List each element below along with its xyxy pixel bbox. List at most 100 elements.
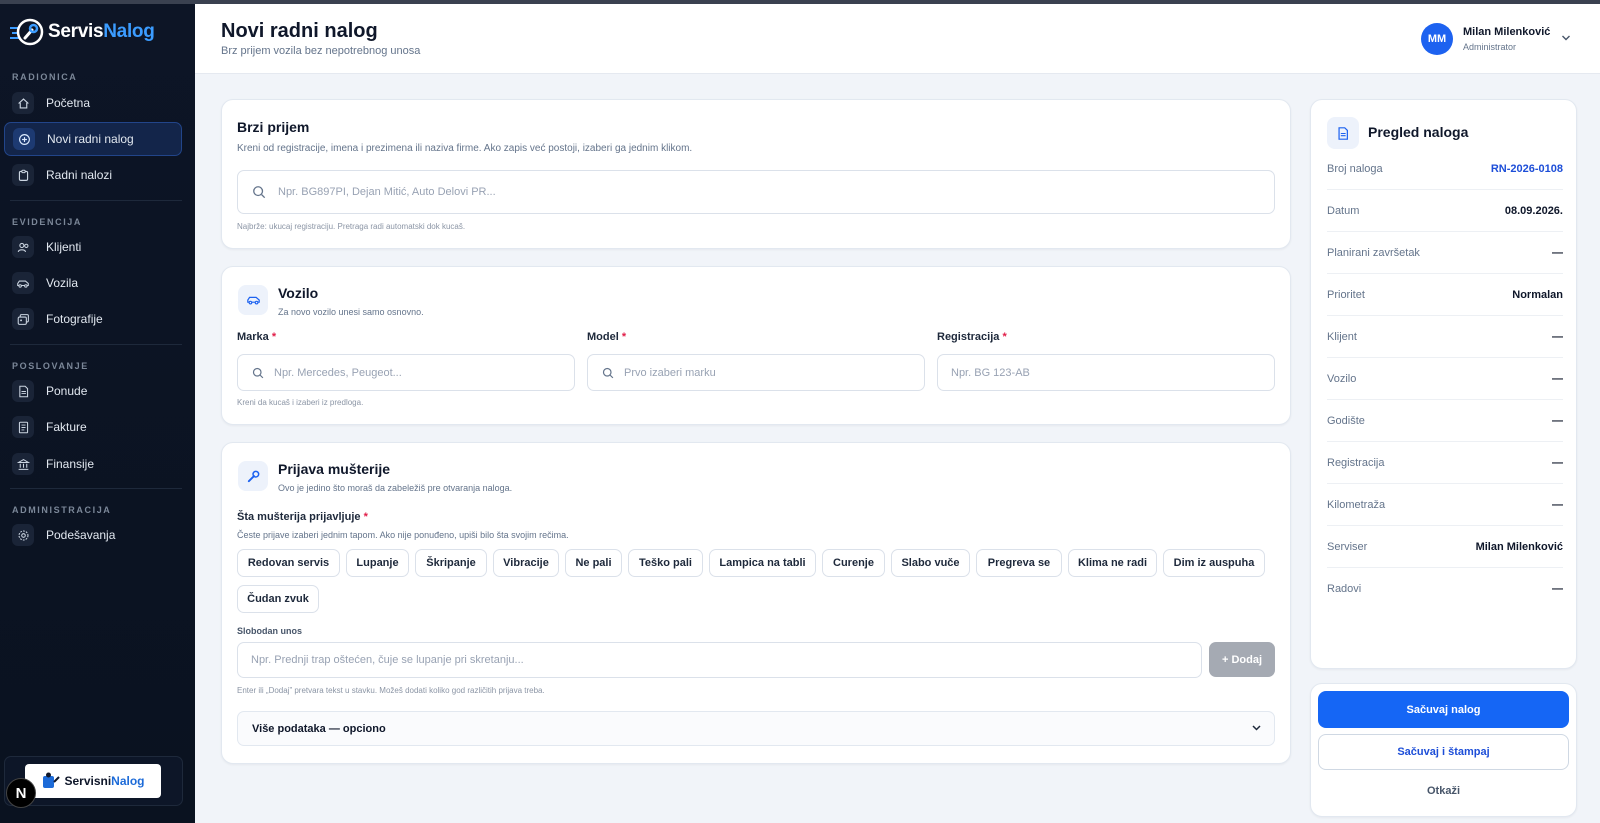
quick-search-placeholder: Npr. BG897PI, Dejan Mitić, Auto Delovi P…	[278, 186, 496, 198]
chip-lampica-na-tabli[interactable]: Lampica na tabli	[709, 549, 816, 577]
sidebar-item-radni-nalozi[interactable]: Radni nalozi	[4, 158, 182, 192]
sidebar-item-fakture[interactable]: Fakture	[4, 410, 182, 444]
sidebar: ServisNalog RADIONICA Početna Novi radni…	[0, 4, 195, 823]
free-entry-input[interactable]: Npr. Prednji trap oštećen, čuje se lupan…	[237, 642, 1202, 678]
document-icon	[1327, 117, 1359, 149]
vehicle-card	[221, 266, 1291, 425]
make-input[interactable]: Npr. Mercedes, Peugeot...	[237, 354, 575, 391]
save-order-button[interactable]: Sačuvaj nalog	[1318, 691, 1569, 728]
chip-pregreva-se[interactable]: Pregreva se	[976, 549, 1062, 577]
chip-vibracije[interactable]: Vibracije	[493, 549, 559, 577]
sidebar-item-label: Fotografije	[46, 312, 103, 326]
chevron-down-icon[interactable]	[1561, 34, 1571, 42]
quick-intake-desc: Kreni od registracije, imena i prezimena…	[237, 143, 693, 154]
sidebar-item-label: Finansije	[46, 457, 95, 471]
registration-placeholder: Npr. BG 123-AB	[951, 366, 1030, 379]
home-icon	[12, 92, 34, 114]
sidebar-item-vozila[interactable]: Vozila	[4, 266, 182, 300]
footer-logo-part2: Nalog	[111, 774, 145, 788]
add-complaint-button[interactable]: + Dodaj	[1209, 642, 1275, 677]
sidebar-item-novi-radni-nalog[interactable]: Novi radni nalog	[4, 122, 182, 156]
free-entry-label: Slobodan unos	[237, 626, 302, 636]
vehicle-title: Vozilo	[278, 285, 319, 301]
model-input[interactable]: Prvo izaberi marku	[587, 354, 925, 391]
cancel-button[interactable]: Otkaži	[1318, 776, 1569, 806]
sidebar-item-label: Vozila	[46, 276, 79, 290]
app-logo[interactable]: ServisNalog	[10, 16, 155, 48]
summary-row: Broj naloga RN-2026-0108	[1327, 148, 1563, 190]
sidebar-item-label: Klijenti	[46, 240, 82, 254]
complaint-label: Šta mušterija prijavljuje *	[237, 511, 368, 523]
chip-curenje[interactable]: Curenje	[822, 549, 885, 577]
quick-search-hint: Najbrže: ukucaj registraciju. Pretraga r…	[237, 222, 466, 231]
sidebar-item-fotografije[interactable]: Fotografije	[4, 302, 182, 336]
brand-name-part1: Servis	[48, 21, 104, 42]
search-icon	[252, 367, 264, 378]
vehicle-hint: Kreni da kucaš i izaberi iz predloga.	[237, 398, 364, 407]
sidebar-divider	[10, 200, 182, 201]
sidebar-item-klijenti[interactable]: Klijenti	[4, 230, 182, 264]
more-data-accordion[interactable]: Više podataka — opciono	[237, 711, 1275, 746]
sidebar-item-podesavanja[interactable]: Podešavanja	[4, 518, 182, 552]
make-label: Marka *	[237, 331, 277, 343]
summary-row: Datum 08.09.2026.	[1327, 190, 1563, 232]
registration-input[interactable]: Npr. BG 123-AB	[937, 354, 1275, 391]
quick-intake-title: Brzi prijem	[237, 119, 310, 135]
sidebar-item-label: Ponude	[46, 384, 88, 398]
mechanic-logo-icon	[43, 772, 61, 788]
car-icon	[238, 285, 268, 315]
footer-logo-part1: Servisni	[64, 774, 112, 788]
chip-slabo-vuce[interactable]: Slabo vuče	[891, 549, 970, 577]
chip-lupanje[interactable]: Lupanje	[346, 549, 409, 577]
sidebar-divider	[10, 344, 182, 345]
vehicle-desc: Za novo vozilo unesi samo osnovno.	[278, 307, 424, 317]
free-entry-placeholder: Npr. Prednji trap oštećen, čuje se lupan…	[251, 654, 524, 666]
section-title-administracija: ADMINISTRACIJA	[12, 505, 112, 515]
sidebar-item-label: Novi radni nalog	[47, 132, 134, 146]
summary-row: Registracija —	[1327, 442, 1563, 484]
summary-row: Planirani završetak —	[1327, 232, 1563, 274]
footer-logo[interactable]: Servisni Nalog	[25, 764, 161, 798]
plus-circle-icon	[13, 128, 35, 150]
chip-cudan-zvuk[interactable]: Čudan zvuk	[237, 585, 319, 613]
chip-tesko-pali[interactable]: Teško pali	[628, 549, 703, 577]
sidebar-item-ponude[interactable]: Ponude	[4, 374, 182, 408]
document-icon	[12, 380, 34, 402]
summary-row: Radovi —	[1327, 583, 1563, 595]
complaint-title: Prijava mušterije	[278, 461, 391, 477]
chevron-down-icon	[1252, 725, 1261, 731]
search-icon	[602, 367, 614, 378]
sidebar-item-pocetna[interactable]: Početna	[4, 86, 182, 120]
bank-icon	[12, 453, 34, 475]
images-icon	[12, 308, 34, 330]
complaint-help: Česte prijave izaberi jednim tapom. Ako …	[237, 530, 569, 540]
page-title: Novi radni nalog	[221, 20, 378, 42]
brand-name-part2: Nalog	[103, 21, 155, 42]
sidebar-item-label: Podešavanja	[46, 528, 116, 542]
n-badge[interactable]: N	[6, 778, 36, 808]
top-header: Novi radni nalog Brz prijem vozila bez n…	[195, 4, 1600, 74]
summary-row: Godište —	[1327, 400, 1563, 442]
quick-search-input[interactable]: Npr. BG897PI, Dejan Mitić, Auto Delovi P…	[237, 170, 1275, 214]
summary-row: Klijent —	[1327, 316, 1563, 358]
car-icon	[12, 272, 34, 294]
chip-redovan-servis[interactable]: Redovan servis	[237, 549, 340, 577]
user-name[interactable]: Milan Milenković	[1463, 26, 1550, 38]
avatar[interactable]: MM	[1421, 23, 1453, 55]
section-title-poslovanje: POSLOVANJE	[12, 361, 89, 371]
user-role: Administrator	[1463, 42, 1517, 52]
chip-dim-iz-auspuha[interactable]: Dim iz auspuha	[1163, 549, 1265, 577]
sidebar-item-finansije[interactable]: Finansije	[4, 447, 182, 481]
free-entry-hint: Enter ili „Dodaj” pretvara tekst u stavk…	[237, 686, 545, 695]
invoice-icon	[12, 416, 34, 438]
chip-klima-ne-radi[interactable]: Klima ne radi	[1068, 549, 1157, 577]
save-print-button[interactable]: Sačuvaj i štampaj	[1318, 734, 1569, 770]
chip-ne-pali[interactable]: Ne pali	[565, 549, 622, 577]
make-placeholder: Npr. Mercedes, Peugeot...	[274, 366, 402, 379]
model-placeholder: Prvo izaberi marku	[624, 366, 716, 379]
section-title-evidencija: EVIDENCIJA	[12, 217, 83, 227]
chip-skripanje[interactable]: Škripanje	[415, 549, 487, 577]
gear-icon	[12, 524, 34, 546]
search-icon	[253, 186, 266, 199]
page-subtitle: Brz prijem vozila bez nepotrebnog unosa	[221, 45, 421, 57]
